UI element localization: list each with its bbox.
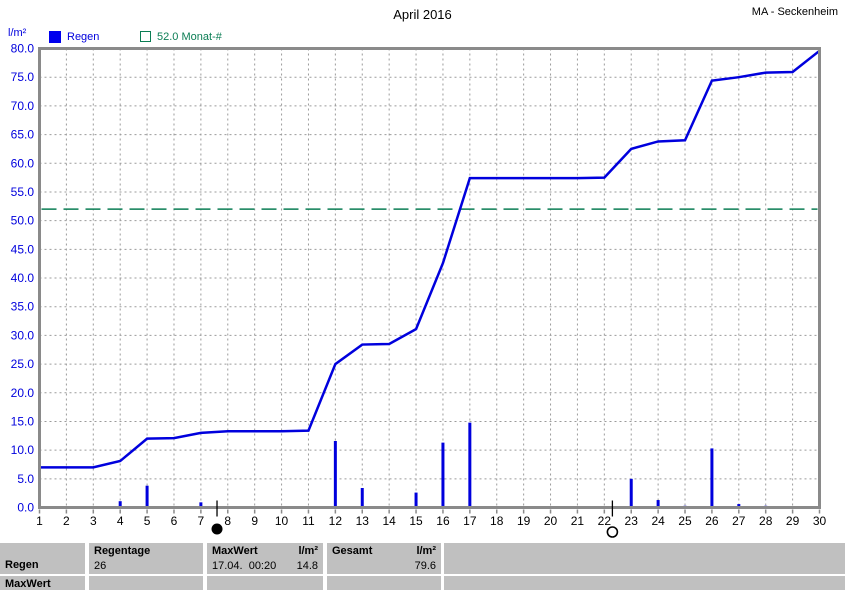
svg-text:23: 23 [625,514,639,528]
svg-text:11: 11 [302,514,315,528]
svg-text:70.0: 70.0 [11,99,35,113]
svg-text:13: 13 [356,514,370,528]
svg-text:80.0: 80.0 [11,42,35,56]
gesamt-unit: l/m² [416,545,436,557]
maxwert-unit: l/m² [298,545,318,557]
svg-text:27: 27 [732,514,746,528]
svg-text:0.0: 0.0 [17,501,34,515]
svg-text:15: 15 [409,514,423,528]
sensor-name: Regen [5,559,39,571]
gesamt-value: 79.6 [415,560,436,572]
svg-text:1: 1 [36,514,43,528]
svg-text:2: 2 [63,514,70,528]
gesamt-header: Gesamt [332,545,372,557]
maxwert-header: MaxWert [212,545,258,557]
svg-text:5: 5 [144,514,151,528]
next-row-cell [207,576,323,590]
svg-text:35.0: 35.0 [11,300,35,314]
svg-text:55.0: 55.0 [11,185,35,199]
maxwert-cell: l/m² MaxWert 14.8 17.04. 00:20 [207,543,323,574]
regentage-cell: Regentage 26 [89,543,203,574]
svg-text:7: 7 [198,514,205,528]
svg-text:4: 4 [117,514,124,528]
svg-text:45.0: 45.0 [11,242,35,256]
next-row-label-cell: MaxWert [0,576,85,590]
svg-text:65.0: 65.0 [11,128,35,142]
svg-text:3: 3 [90,514,97,528]
svg-text:21: 21 [571,514,585,528]
svg-text:8: 8 [224,514,231,528]
svg-text:6: 6 [171,514,178,528]
svg-text:25.0: 25.0 [11,357,35,371]
new-moon-icon [212,524,223,535]
svg-text:10.0: 10.0 [11,443,35,457]
cumulative-rain-line [40,51,820,508]
svg-text:16: 16 [436,514,450,528]
regentage-value: 26 [94,560,198,572]
svg-text:29: 29 [786,514,800,528]
svg-text:15.0: 15.0 [11,414,35,428]
svg-text:26: 26 [705,514,719,528]
sensor-name-cell: Regen [0,543,85,574]
next-row-cell [444,576,845,590]
svg-text:5.0: 5.0 [17,472,34,486]
svg-text:10: 10 [275,514,289,528]
full-moon-icon [607,527,617,537]
y-axis-labels: 0.0 5.0 10.0 15.0 20.0 25.0 30.0 35.0 40.0 45.0 50… [11,42,35,515]
daily-rain-bars [120,423,819,507]
x-axis-labels: 1234567891011121314151617181920212223242… [36,514,826,528]
summary-table-next-row: MaxWert [0,576,845,590]
next-row-cell [327,576,441,590]
svg-text:19: 19 [517,514,531,528]
gesamt-cell: l/m² Gesamt 79.6 [327,543,441,574]
svg-text:30.0: 30.0 [11,328,35,342]
svg-text:22: 22 [598,514,612,528]
svg-text:18: 18 [490,514,504,528]
svg-text:20: 20 [544,514,558,528]
svg-text:12: 12 [329,514,343,528]
rain-cumulative-chart: 0.0 5.0 10.0 15.0 20.0 25.0 30.0 35.0 40.0 45.0 50… [0,0,845,543]
maxwert-datetime: 17.04. 00:20 [212,560,276,572]
axis-day-ticks [40,510,820,514]
empty-cell [444,543,845,574]
maxwert-value: 14.8 [297,560,318,572]
svg-text:9: 9 [251,514,258,528]
svg-text:25: 25 [678,514,692,528]
next-row-cell [89,576,203,590]
next-row-label: MaxWert [5,578,51,590]
summary-table: Regen Regentage 26 l/m² MaxWert 14.8 17.… [0,543,845,574]
svg-text:50.0: 50.0 [11,214,35,228]
svg-text:20.0: 20.0 [11,386,35,400]
svg-text:17: 17 [463,514,477,528]
regentage-header: Regentage [94,545,198,557]
svg-text:60.0: 60.0 [11,156,35,170]
svg-text:40.0: 40.0 [11,271,35,285]
svg-text:28: 28 [759,514,773,528]
svg-text:75.0: 75.0 [11,70,35,84]
svg-text:24: 24 [651,514,665,528]
svg-text:30: 30 [813,514,827,528]
svg-text:14: 14 [382,514,396,528]
